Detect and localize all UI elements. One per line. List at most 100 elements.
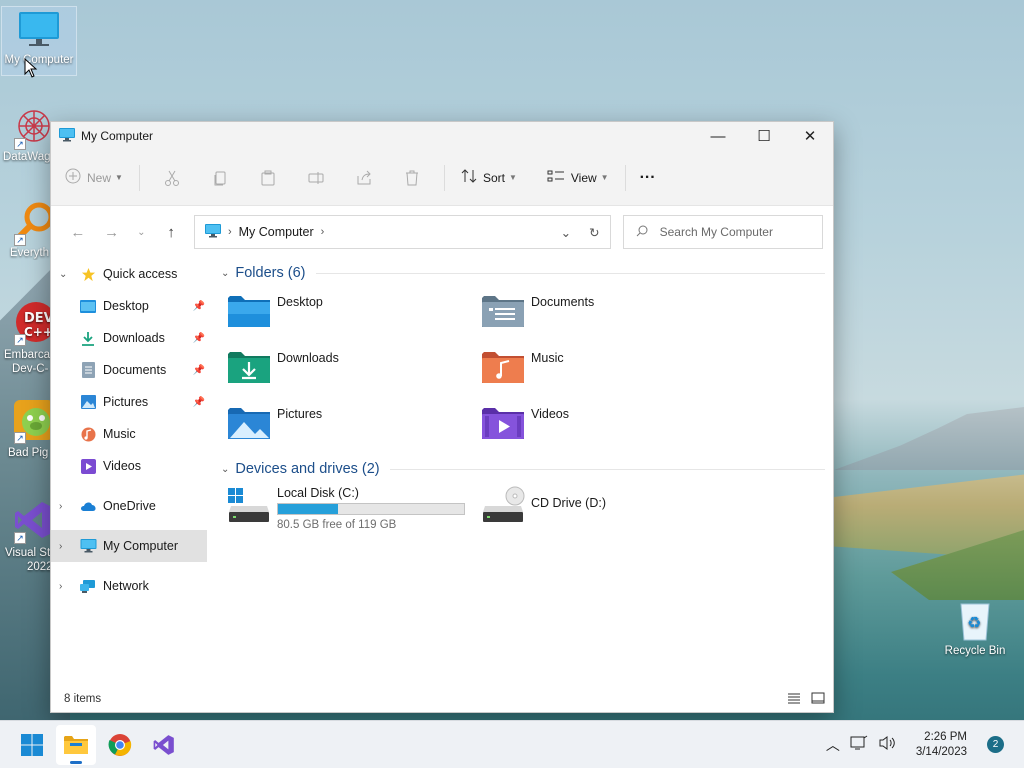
share-icon[interactable]: [340, 170, 388, 186]
more-options-button[interactable]: ···: [640, 169, 656, 187]
chevron-down-icon: ▼: [600, 173, 609, 182]
nav-label: Pictures: [103, 395, 149, 409]
nav-item-videos[interactable]: Videos: [51, 450, 211, 482]
nav-item-desktop[interactable]: Desktop 📌: [51, 290, 211, 322]
nav-item-documents[interactable]: Documents 📌: [51, 354, 211, 386]
delete-icon[interactable]: [388, 170, 436, 186]
new-button[interactable]: New ▼: [65, 168, 123, 187]
divider: [138, 164, 140, 191]
divider: [443, 164, 445, 191]
monitor-icon: [17, 7, 61, 51]
refresh-icon[interactable]: ↻: [589, 225, 599, 240]
desktop-icon-recycle-bin[interactable]: ♻ Recycle Bin: [937, 598, 1013, 658]
minimize-button[interactable]: —: [695, 122, 741, 150]
clock[interactable]: 2:26 PM 3/14/2023: [916, 730, 967, 760]
paste-icon[interactable]: [244, 170, 292, 186]
expand-chevron-icon[interactable]: ›: [59, 581, 73, 592]
desktop-icon-bad-piggies[interactable]: ↗ Bad Pig: [0, 398, 52, 460]
folder-videos[interactable]: Videos: [481, 400, 735, 456]
copy-icon[interactable]: [196, 170, 244, 186]
magnifier-app-icon: ↗: [12, 200, 52, 246]
desktop-icon-visual-studio[interactable]: ↗ Visual St 2022: [0, 498, 52, 574]
expand-chevron-icon[interactable]: ›: [59, 541, 73, 552]
tiles-view-icon[interactable]: [811, 692, 825, 707]
divider: [315, 272, 825, 274]
divider: [389, 468, 825, 470]
music-folder-icon: [481, 348, 525, 386]
breadcrumb-location[interactable]: My Computer: [239, 225, 314, 239]
mouse-cursor-icon: [24, 58, 38, 78]
folder-label: Music: [531, 351, 564, 365]
network-icon: [79, 578, 97, 594]
desktop-icon-datawag[interactable]: ↗ DataWag: [0, 104, 52, 164]
shortcut-arrow-icon: ↗: [14, 334, 26, 346]
network-status-icon[interactable]: [850, 735, 868, 754]
folder-label: Pictures: [277, 407, 323, 421]
folder-documents[interactable]: Documents: [481, 288, 735, 344]
clock-date: 3/14/2023: [915, 745, 967, 758]
up-arrow-icon[interactable]: ↑: [154, 224, 188, 241]
notification-badge[interactable]: 2: [987, 736, 1004, 753]
folders-heading: Folders (6): [235, 265, 306, 281]
folder-music[interactable]: Music: [481, 344, 735, 400]
taskbar-file-explorer[interactable]: [56, 724, 96, 765]
view-button[interactable]: View ▼: [547, 169, 609, 186]
nav-label: Documents: [103, 363, 167, 377]
expand-chevron-icon[interactable]: ›: [59, 501, 73, 512]
file-explorer-icon: [64, 735, 88, 754]
drive-local-disk-c[interactable]: Local Disk (C:) 80.5 GB free of 119 GB: [227, 484, 481, 538]
monitor-icon: [79, 538, 97, 554]
address-bar[interactable]: › My Computer › ⌄ ↻: [193, 215, 611, 249]
svg-text:♻: ♻: [967, 613, 981, 632]
forward-arrow-icon[interactable]: →: [95, 224, 129, 241]
navigation-pane: ⌄ Quick access Desktop 📌 Downloads 📌 Doc…: [51, 258, 211, 715]
taskbar-chrome[interactable]: [100, 725, 140, 765]
title-bar[interactable]: My Computer — ☐ ✕: [51, 122, 833, 150]
view-icon: [547, 169, 565, 186]
folder-desktop[interactable]: Desktop: [227, 288, 481, 344]
desktop-icon-label: Embarca: [4, 349, 51, 361]
nav-my-computer[interactable]: › My Computer: [51, 530, 207, 562]
windows-drive-icon: [227, 486, 271, 524]
chevron-up-icon[interactable]: ︿: [826, 735, 840, 755]
breadcrumb-chevron-icon[interactable]: ›: [321, 226, 325, 238]
status-bar: 8 items: [51, 686, 833, 712]
nav-item-music[interactable]: Music: [51, 418, 211, 450]
recent-locations-chevron-icon[interactable]: ⌄: [128, 227, 154, 238]
sort-button[interactable]: Sort ▼: [461, 168, 517, 187]
rename-icon[interactable]: [292, 170, 340, 186]
taskbar-visual-studio[interactable]: [144, 725, 184, 765]
cut-icon[interactable]: [148, 170, 196, 186]
volume-icon[interactable]: [878, 735, 896, 754]
back-arrow-icon[interactable]: ←: [61, 224, 95, 241]
sort-label: Sort: [482, 170, 505, 185]
folder-downloads[interactable]: Downloads: [227, 344, 481, 400]
search-input[interactable]: Search My Computer: [622, 215, 824, 249]
maximize-button[interactable]: ☐: [741, 122, 787, 150]
details-view-icon[interactable]: [787, 692, 801, 707]
pin-icon: 📌: [192, 364, 205, 376]
close-button[interactable]: ✕: [787, 122, 833, 150]
window-title: My Computer: [81, 129, 154, 143]
nav-item-pictures[interactable]: Pictures 📌: [51, 386, 211, 418]
drives-group-header[interactable]: ⌄ Devices and drives (2): [215, 454, 833, 484]
address-history-chevron-icon[interactable]: ⌄: [561, 225, 571, 240]
folder-label: Desktop: [277, 295, 323, 309]
nav-quick-access[interactable]: ⌄ Quick access: [51, 258, 211, 290]
documents-icon: [79, 362, 97, 378]
collapse-chevron-icon[interactable]: ⌄: [221, 464, 229, 475]
nav-label: Music: [103, 427, 136, 441]
start-button[interactable]: [12, 725, 52, 765]
expand-chevron-icon[interactable]: ⌄: [59, 269, 73, 280]
desktop-icon-everything[interactable]: ↗ Everyth: [0, 200, 52, 260]
folders-group-header[interactable]: ⌄ Folders (6): [215, 258, 833, 288]
folder-pictures[interactable]: Pictures: [227, 400, 481, 456]
nav-onedrive[interactable]: › OneDrive: [51, 490, 211, 522]
desktop-icon-my-computer[interactable]: My Computer: [1, 6, 77, 76]
nav-item-downloads[interactable]: Downloads 📌: [51, 322, 211, 354]
desktop-icon-devcpp[interactable]: DEV C++ ↗ Embarca Dev-C-: [0, 300, 52, 376]
nav-network[interactable]: › Network: [51, 570, 211, 602]
drive-cd-d[interactable]: CD Drive (D:): [481, 484, 735, 538]
collapse-chevron-icon[interactable]: ⌄: [221, 268, 229, 279]
breadcrumb-chevron-icon[interactable]: ›: [228, 226, 232, 238]
